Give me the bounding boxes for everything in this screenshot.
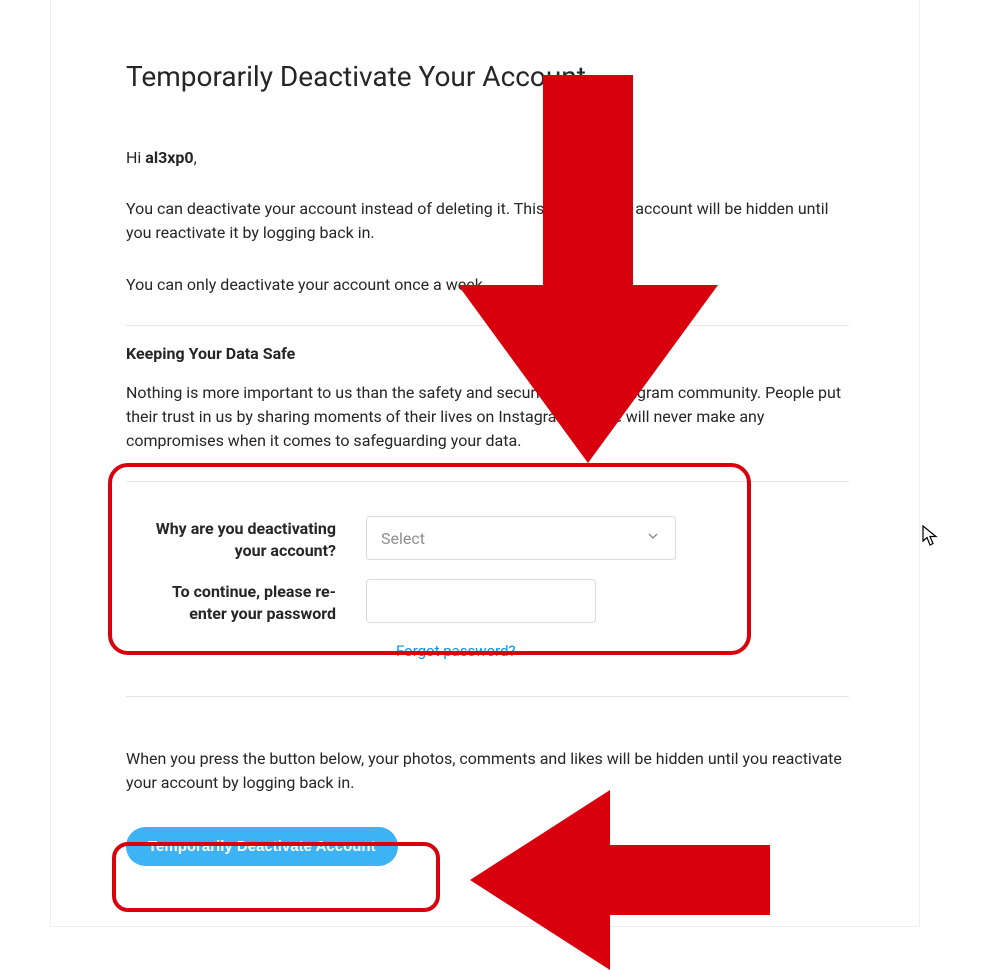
divider bbox=[126, 696, 849, 697]
data-safe-paragraph: Nothing is more important to us than the… bbox=[126, 381, 849, 453]
reason-select[interactable]: Select bbox=[366, 516, 676, 560]
greeting-line: Hi al3xp0, bbox=[126, 148, 849, 167]
password-input[interactable] bbox=[366, 579, 596, 623]
settings-panel: Temporarily Deactivate Your Account Hi a… bbox=[50, 0, 920, 927]
username: al3xp0 bbox=[145, 148, 193, 167]
reason-row: Why are you deactivating your account? S… bbox=[136, 516, 839, 561]
greeting-suffix: , bbox=[194, 148, 197, 167]
reason-select-placeholder: Select bbox=[381, 529, 425, 548]
temporarily-deactivate-button[interactable]: Temporarily Deactivate Account bbox=[126, 827, 398, 866]
password-row: To continue, please re-enter your passwo… bbox=[136, 579, 839, 624]
forgot-row: Forgot password? bbox=[136, 642, 839, 660]
divider bbox=[126, 325, 849, 326]
forgot-password-link[interactable]: Forgot password? bbox=[396, 642, 516, 660]
greeting-prefix: Hi bbox=[126, 148, 145, 167]
warning-paragraph: When you press the button below, your ph… bbox=[126, 747, 849, 795]
intro-paragraph: You can deactivate your account instead … bbox=[126, 197, 849, 245]
limit-paragraph: You can only deactivate your account onc… bbox=[126, 273, 849, 297]
divider bbox=[126, 481, 849, 482]
chevron-down-icon bbox=[645, 528, 661, 548]
cursor-icon bbox=[922, 525, 940, 547]
deactivate-form: Why are you deactivating your account? S… bbox=[126, 500, 849, 670]
data-safe-heading: Keeping Your Data Safe bbox=[126, 344, 849, 363]
password-label: To continue, please re-enter your passwo… bbox=[136, 579, 366, 624]
reason-label: Why are you deactivating your account? bbox=[136, 516, 366, 561]
page-title: Temporarily Deactivate Your Account bbox=[126, 60, 849, 93]
